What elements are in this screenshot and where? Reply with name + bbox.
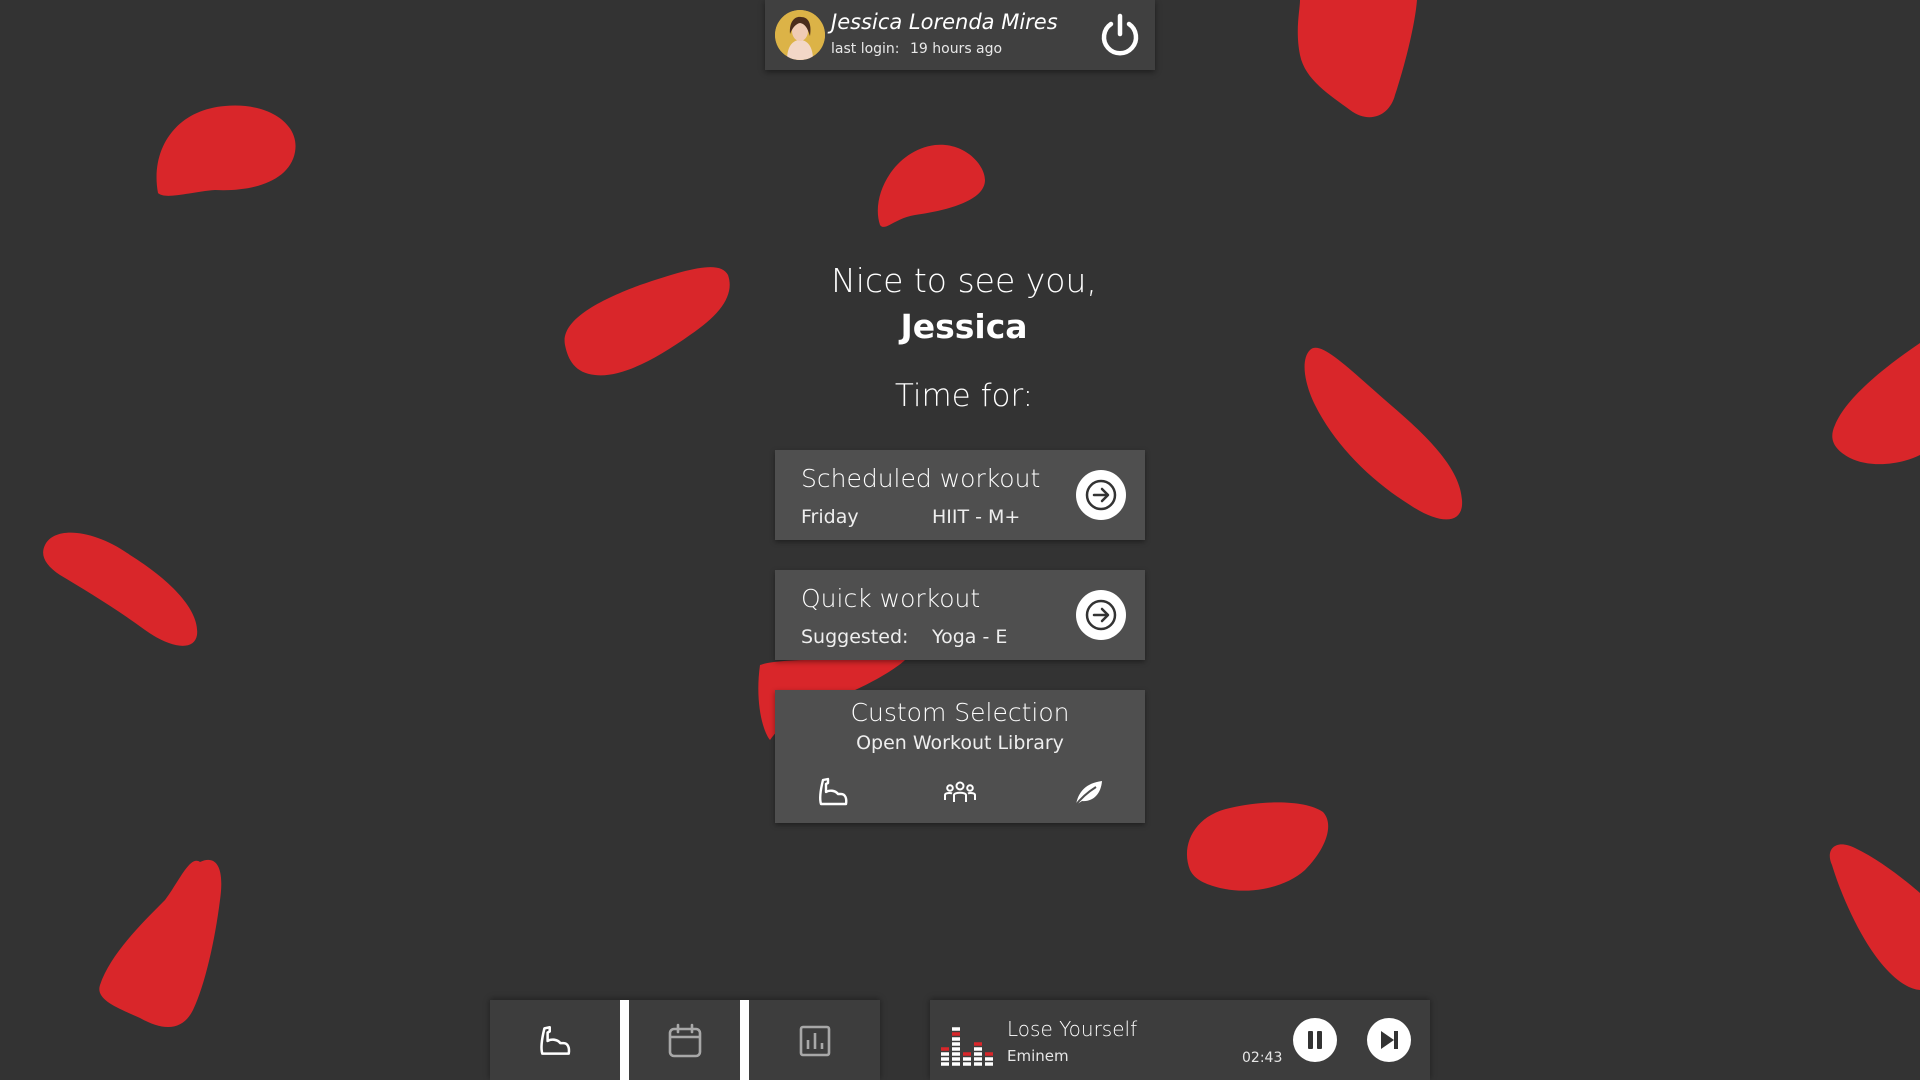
calendar-icon	[668, 1023, 702, 1058]
bottom-navigation	[490, 1000, 880, 1080]
arrow-right-icon	[1085, 599, 1117, 631]
scheduled-workout-title: Scheduled workout	[801, 464, 1041, 493]
music-player: Lose Yourself Eminem 02:43	[930, 1000, 1430, 1080]
scheduled-workout-card[interactable]: Scheduled workout Friday HIIT - M+	[775, 450, 1145, 540]
decorative-petals	[43, 0, 1920, 1028]
user-name: Jessica Lorenda Mires	[831, 10, 1058, 34]
next-track-button[interactable]	[1367, 1018, 1411, 1062]
avatar	[775, 10, 825, 60]
track-time: 02:43	[1242, 1050, 1283, 1066]
pause-button[interactable]	[1293, 1018, 1337, 1062]
strength-library-button[interactable]	[815, 774, 851, 810]
nav-divider	[740, 1000, 749, 1080]
greeting: Nice to see you, Jessica	[760, 258, 1168, 350]
nav-workouts[interactable]	[490, 1000, 618, 1080]
pause-icon	[1308, 1031, 1322, 1049]
track-artist: Eminem	[1007, 1047, 1069, 1065]
arrow-right-icon	[1085, 479, 1117, 511]
power-button[interactable]	[1095, 10, 1145, 60]
start-scheduled-button[interactable]	[1076, 470, 1126, 520]
group-icon	[944, 781, 976, 802]
quick-workout-type: Yoga - E	[932, 626, 1008, 648]
custom-selection-title: Custom Selection	[850, 698, 1070, 727]
relax-library-button[interactable]	[1070, 774, 1106, 810]
quick-workout-label: Suggested:	[801, 626, 909, 648]
power-icon	[1101, 13, 1139, 56]
scheduled-workout-type: HIIT - M+	[932, 506, 1021, 528]
last-login-label: last login:	[831, 41, 900, 57]
start-quick-button[interactable]	[1076, 590, 1126, 640]
greeting-name: Jessica	[900, 307, 1028, 346]
skip-next-icon	[1381, 1031, 1398, 1049]
quick-workout-title: Quick workout	[801, 584, 981, 613]
group-library-button[interactable]	[942, 774, 978, 810]
chart-icon	[799, 1025, 831, 1057]
scheduled-workout-day: Friday	[801, 506, 859, 528]
track-title: Lose Yourself	[1007, 1017, 1138, 1041]
muscle-icon	[818, 777, 848, 806]
open-library-label: Open Workout Library	[856, 732, 1064, 754]
leaf-icon	[1074, 781, 1102, 807]
nav-stats[interactable]	[750, 1000, 878, 1080]
custom-selection-card[interactable]: Custom Selection Open Workout Library	[775, 690, 1145, 823]
equalizer-icon	[941, 1027, 993, 1066]
muscle-icon	[540, 1026, 571, 1055]
last-login: last login: 19 hours ago	[831, 41, 1002, 57]
user-panel: Jessica Lorenda Mires last login: 19 hou…	[765, 0, 1155, 70]
nav-calendar[interactable]	[620, 1000, 748, 1080]
time-for-heading: Time for:	[894, 378, 1034, 414]
quick-workout-card[interactable]: Quick workout Suggested: Yoga - E	[775, 570, 1145, 660]
greeting-line: Nice to see you,	[831, 261, 1097, 300]
last-login-value: 19 hours ago	[909, 41, 1003, 57]
